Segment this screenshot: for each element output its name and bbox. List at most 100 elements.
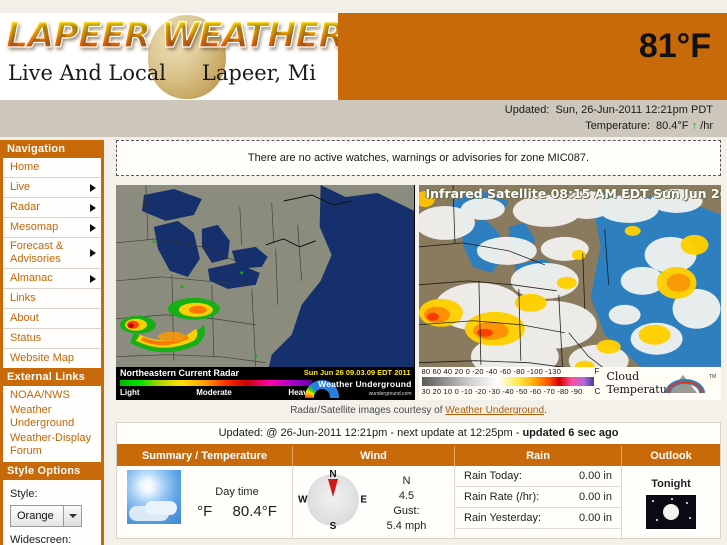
sidebar-nav-list: Home Live Radar Mesomap Forecast & Advis…	[3, 158, 101, 368]
chevron-right-icon	[90, 223, 96, 232]
sidebar-item-label: Links	[10, 292, 36, 304]
sidebar-item-label: Almanac	[10, 272, 53, 284]
cloud-shape	[145, 501, 177, 515]
sidebar-item-live[interactable]: Live	[3, 178, 101, 198]
main-content: There are no active watches, warnings or…	[110, 140, 727, 545]
wind-speed: 4.5	[398, 490, 415, 502]
compass-needle	[328, 479, 338, 497]
wind-gust-label: Gust:	[393, 505, 420, 517]
summary-high-unit: °F	[197, 503, 213, 520]
sidebar-item-label: Mesomap	[10, 221, 59, 233]
external-link-weather-underground[interactable]: Weather Underground	[3, 403, 101, 431]
site-logo[interactable]: LAPEER WEATHER Live And Local Lapeer, Mi	[0, 13, 338, 100]
image-courtesy-line: Radar/Satellite images courtesy of Weath…	[116, 400, 721, 422]
sidebar-item-home[interactable]: Home	[3, 158, 101, 178]
logo-subtitle: Live And Local Lapeer, Mi	[8, 61, 330, 85]
chevron-right-icon	[90, 249, 96, 257]
satellite-scale-celsius: 30 20 10 0 -10 -20 -30 -40 -50 -60 -70 -…	[421, 387, 583, 396]
style-label: Style:	[10, 488, 38, 500]
rain-row: Rain Today: 0.00 in	[455, 466, 621, 487]
conditions-body-row: Day time °F 80.4°F N S W E N 4.5 Gust: 5…	[117, 466, 720, 538]
conditions-updated-line: Updated: @ 26-Jun-2011 12:21pm - next up…	[117, 423, 720, 446]
chevron-down-icon	[63, 506, 81, 526]
outlook-cell: Tonight	[622, 466, 720, 538]
sidebar-item-website-map[interactable]: Website Map	[3, 349, 101, 368]
sidebar-item-mesomap[interactable]: Mesomap	[3, 218, 101, 238]
sidebar-item-radar[interactable]: Radar	[3, 198, 101, 218]
radar-map[interactable]: Northeastern Current Radar Sun Jun 26 09…	[116, 185, 415, 400]
current-conditions-table: Updated: @ 26-Jun-2011 12:21pm - next up…	[116, 422, 721, 539]
temperature-label: Temperature:	[585, 120, 650, 132]
star-shape	[656, 519, 658, 521]
radar-legend: Northeastern Current Radar Sun Jun 26 09…	[116, 367, 415, 400]
radar-brand-name: Weather Underground	[318, 379, 412, 389]
external-link-noaa-nws[interactable]: NOAA/NWS	[3, 388, 101, 403]
courtesy-link[interactable]: Weather Underground	[445, 405, 544, 416]
night-clear-moon-icon	[646, 495, 696, 529]
sidebar-item-label: Website Map	[10, 352, 74, 364]
summary-text-block: Day time °F 80.4°F	[187, 470, 287, 520]
maps-row: Northeastern Current Radar Sun Jun 26 09…	[116, 185, 721, 400]
trend-up-icon: ↑	[691, 120, 698, 132]
summary-cell: Day time °F 80.4°F	[117, 466, 293, 538]
weather-underground-logo-icon: TM	[665, 374, 716, 393]
chevron-right-icon	[90, 203, 96, 212]
sidebar-style-options-title: Style Options	[0, 462, 104, 480]
star-shape	[652, 500, 654, 502]
updated-value: Sun, 26-Jun-2011 12:21pm PDT	[555, 104, 713, 116]
satellite-temperature-scale	[421, 377, 594, 386]
sidebar-item-label: Status	[10, 332, 42, 344]
header-updated-strip: Updated: Sun, 26-Jun-2011 12:21pm PDT Tem…	[0, 100, 727, 137]
column-header-rain: Rain	[455, 446, 622, 466]
logo-tagline: Live And Local	[8, 61, 167, 85]
radar-brand-url: wunderground.com	[368, 391, 412, 397]
temperature-value: 80.4°F	[656, 120, 689, 132]
external-link-weather-display-forum[interactable]: Weather-Display Forum	[3, 431, 101, 459]
compass-north-icon: N S W E	[298, 469, 367, 532]
radar-scale-moderate: Moderate	[196, 388, 232, 397]
column-header-wind: Wind	[293, 446, 455, 466]
rain-label: Rain Today:	[464, 470, 522, 482]
rain-value: 0.00 in	[578, 512, 612, 524]
sidebar-item-label: Home	[10, 161, 40, 173]
sidebar-item-almanac[interactable]: Almanac	[3, 269, 101, 289]
sidebar-item-links[interactable]: Links	[3, 289, 101, 309]
compass-label-e: E	[360, 494, 367, 506]
sidebar-item-label: About	[10, 312, 39, 324]
widescreen-label: Widescreen:	[10, 534, 72, 545]
updated-line: Updated: Sun, 26-Jun-2011 12:21pm PDT	[505, 104, 713, 116]
big-temperature-value: 81°F	[638, 27, 711, 65]
updated-label: Updated:	[504, 104, 550, 116]
svg-text:TM: TM	[709, 374, 716, 380]
wind-readings: N 4.5 Gust: 5.4 mph	[359, 470, 454, 534]
rain-value: 0.00 in	[578, 470, 612, 482]
wind-direction: N	[402, 475, 411, 487]
star-shape	[671, 498, 673, 500]
advisory-text: There are no active watches, warnings or…	[247, 152, 590, 164]
logo-title-text: LAPEER WEATHER	[5, 15, 338, 56]
radar-scale-light: Light	[120, 388, 140, 397]
summary-current-temp: 80.4°F	[232, 503, 277, 520]
rain-label: Rain Yesterday:	[464, 512, 542, 524]
sidebar-item-about[interactable]: About	[3, 309, 101, 329]
sidebar-item-status[interactable]: Status	[3, 329, 101, 349]
logo-location: Lapeer, Mi	[201, 61, 316, 85]
sidebar-item-forecast-advisories[interactable]: Forecast & Advisories	[3, 238, 101, 269]
satellite-map[interactable]: Infrared Satellite 08:15 AM EDT Sun Jun …	[418, 185, 722, 400]
sidebar: Navigation Home Live Radar Mesomap Forec…	[0, 140, 104, 545]
rain-label: Rain Rate (/hr):	[464, 491, 540, 503]
conditions-updated-ago: updated 6 sec ago	[522, 427, 619, 439]
rain-row: Rain Yesterday: 0.00 in	[455, 508, 621, 529]
summary-temperatures: °F 80.4°F	[187, 498, 287, 520]
day-partly-cloudy-icon	[127, 470, 181, 524]
satellite-title: Infrared Satellite 08:15 AM EDT Sun Jun …	[425, 186, 722, 201]
satellite-scale-fahrenheit: 80 60 40 20 0 -20 -40 -60 -80 -100 -130	[421, 367, 562, 376]
outlook-period: Tonight	[651, 478, 691, 490]
radar-legend-title: Northeastern Current Radar	[120, 368, 240, 378]
style-select-value: Orange	[17, 510, 54, 522]
column-header-summary: Summary / Temperature	[117, 446, 293, 466]
rain-row: Rain Rate (/hr): 0.00 in	[455, 487, 621, 508]
star-shape	[689, 517, 691, 519]
sidebar-navigation-title: Navigation	[0, 140, 104, 158]
style-select[interactable]: Orange	[10, 505, 82, 527]
